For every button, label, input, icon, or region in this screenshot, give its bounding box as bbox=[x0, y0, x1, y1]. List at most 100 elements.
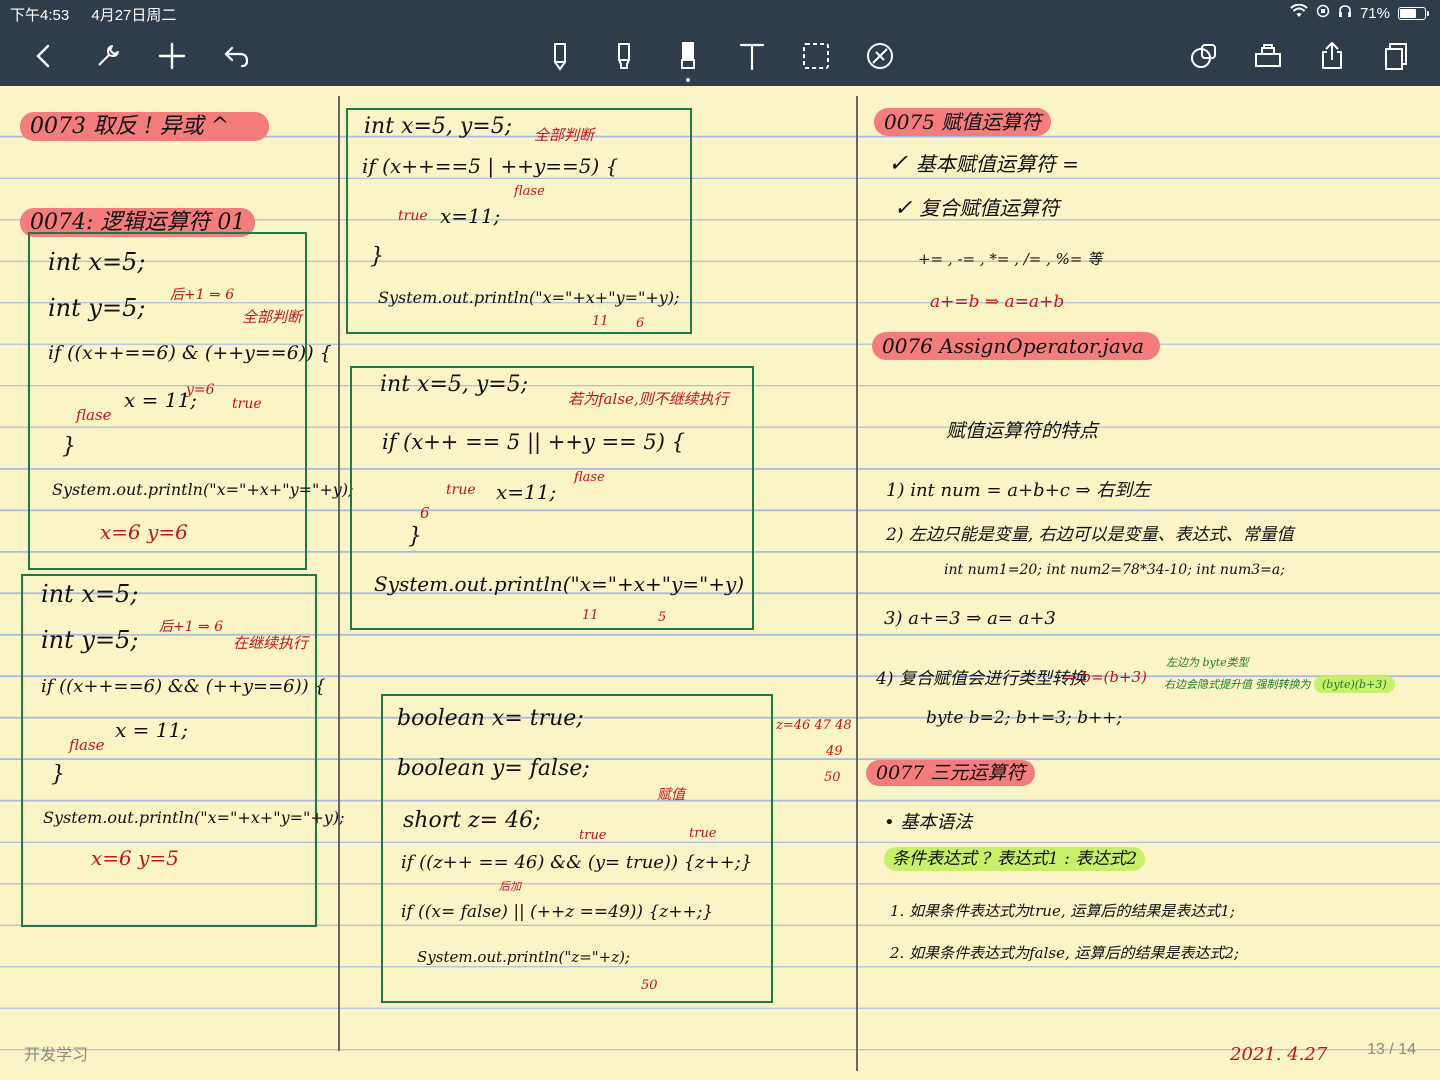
result: x=6 y=6 bbox=[100, 520, 188, 544]
back-button[interactable] bbox=[24, 36, 64, 76]
syntax-title: • 基本语法 bbox=[884, 812, 973, 833]
code-line: if (x++ == 5 || ++y == 5) { bbox=[382, 430, 685, 454]
heading-0075: 0075 赋值运算符 bbox=[874, 106, 1052, 136]
annotation: 11 bbox=[592, 314, 609, 329]
annotation: 全部判断 bbox=[242, 308, 303, 326]
side-annotation: z=46 47 48 bbox=[776, 718, 852, 733]
feature-code: int num1=20; int num2=78*34-10; int num3… bbox=[944, 562, 1285, 578]
feature-item: 3) a+=3 ⇒ a= a+3 bbox=[884, 608, 1056, 629]
add-button[interactable] bbox=[152, 36, 192, 76]
annotation: true bbox=[579, 828, 607, 843]
page-indicator: 13 / 14 bbox=[1367, 1041, 1416, 1058]
assign-example: a+=b ⇒ a=a+b bbox=[930, 292, 1065, 312]
feature-item: 2) 左边只能是变量, 右边可以是变量、表达式、常量值 bbox=[886, 525, 1294, 545]
annotation: 赋值 bbox=[657, 787, 685, 803]
annotation: 11 bbox=[582, 608, 599, 623]
headphones-icon bbox=[1338, 4, 1352, 22]
shapes-button[interactable] bbox=[1184, 36, 1224, 76]
annotation: 5 bbox=[658, 610, 667, 625]
rule-item: 2. 如果条件表达式为false, 运算后的结果是表达式2; bbox=[890, 944, 1240, 962]
code-line: boolean x= true; bbox=[397, 706, 584, 731]
cast-note: 左边为 byte类型 bbox=[1166, 656, 1249, 669]
pen-tool[interactable] bbox=[540, 36, 580, 76]
code-line: int x=5; bbox=[48, 248, 146, 276]
result: x=6 y=5 bbox=[91, 846, 179, 870]
code-line: } bbox=[62, 434, 76, 459]
toolbar bbox=[0, 26, 1440, 86]
annotation: flase bbox=[69, 736, 105, 754]
check-compound-assign: ✓ 复合赋值运算符 bbox=[894, 196, 1060, 221]
code-line: if ((x++==6) & (++y==6)) { bbox=[48, 342, 332, 364]
code-line: int y=5; bbox=[48, 294, 146, 322]
code-line: x = 11; bbox=[124, 388, 197, 412]
annotation: flase bbox=[514, 184, 545, 199]
layout-icon bbox=[1255, 44, 1281, 67]
shape-tool[interactable] bbox=[860, 36, 900, 76]
features-title: 赋值运算符的特点 bbox=[946, 420, 1099, 442]
pen-icon bbox=[554, 43, 566, 71]
highlighter-icon bbox=[618, 43, 630, 69]
battery-percent: 71% bbox=[1359, 4, 1390, 22]
plus-icon bbox=[158, 42, 186, 70]
code-line: } bbox=[51, 762, 65, 787]
status-date: 4月27日周二 bbox=[91, 7, 177, 24]
code-line: System.out.println("x="+x+"y="+y); bbox=[52, 480, 354, 499]
annotation: true bbox=[689, 826, 717, 841]
battery-fill bbox=[1400, 8, 1416, 18]
annotation: 在继续执行 bbox=[233, 634, 309, 652]
text-tool[interactable] bbox=[732, 36, 772, 76]
annotation: 后+1 ⇒ 6 bbox=[170, 287, 235, 303]
wrench-icon bbox=[98, 45, 119, 66]
cast-annotation: ⇒ b=(b+3) bbox=[1064, 668, 1147, 686]
feature-item: 4) 复合赋值会进行类型转换 bbox=[876, 669, 1086, 689]
share-button[interactable] bbox=[1312, 36, 1352, 76]
annotation: flase bbox=[76, 406, 112, 424]
pages-button[interactable] bbox=[1376, 36, 1416, 76]
status-bar: 下午4:53 4月27日周二 71% bbox=[0, 0, 1440, 26]
annotation: 50 bbox=[641, 978, 658, 993]
operator-list: += , -= , *= , /= , %= 等 bbox=[918, 250, 1103, 268]
share-icon bbox=[1322, 42, 1342, 69]
code-box-or: int x=5, y=5; 全部判断 if (x++==5 | ++y==5) … bbox=[346, 108, 692, 334]
notebook-name[interactable]: 开发学习 bbox=[24, 1041, 88, 1065]
eraser-tool[interactable] bbox=[668, 36, 708, 76]
wifi-icon bbox=[1290, 3, 1308, 22]
code-line: int x=5; bbox=[41, 580, 139, 608]
cast-note: 右边会隐式提升值 强制转换为 (byte)(b+3) bbox=[1164, 676, 1395, 693]
settings-button[interactable] bbox=[88, 36, 128, 76]
selected-tool-indicator bbox=[686, 78, 690, 82]
side-annotation: 49 bbox=[826, 744, 843, 759]
rule-item: 1. 如果条件表达式为true, 运算后的结果是表达式1; bbox=[890, 902, 1235, 920]
code-line: int y=5; bbox=[41, 626, 139, 654]
lasso-tool[interactable] bbox=[796, 36, 836, 76]
battery-icon bbox=[1398, 6, 1429, 20]
code-line: if (x++==5 | ++y==5) { bbox=[362, 154, 619, 178]
undo-button[interactable] bbox=[216, 36, 256, 76]
code-line: System.out.println("x="+x+"y="+y); bbox=[378, 288, 680, 307]
annotation: true bbox=[446, 482, 476, 498]
code-line: short z= 46; bbox=[403, 808, 541, 833]
shape-icon bbox=[867, 43, 893, 69]
heading-0077: 0077 三元运算符 bbox=[866, 758, 1036, 786]
side-annotation: 50 bbox=[824, 770, 841, 785]
feature-code: byte b=2; b+=3; b++; bbox=[926, 708, 1123, 728]
code-line: int x=5, y=5; bbox=[364, 114, 513, 139]
code-line: if ((z++ == 46) && (y= true)) {z++;} bbox=[401, 852, 753, 873]
annotation: true bbox=[232, 396, 262, 412]
column-divider bbox=[338, 96, 340, 1051]
code-line: } bbox=[370, 244, 384, 269]
annotation: true bbox=[398, 208, 428, 224]
notebook-page[interactable]: 0073 取反 ! 异或 ^ 0074: 逻辑运算符 01 int x=5; i… bbox=[0, 86, 1440, 1080]
code-box-boolean: boolean x= true; boolean y= false; short… bbox=[381, 694, 773, 1003]
layout-button[interactable] bbox=[1248, 36, 1288, 76]
code-line: if ((x++==6) && (++y==6)) { bbox=[41, 676, 326, 697]
code-box-and: int x=5; int y=5; 后+1 ⇒ 6 全部判断 if ((x++=… bbox=[28, 232, 353, 570]
date-note: 2021. 4.27 bbox=[1230, 1044, 1328, 1065]
code-line: System.out.println("x="+x+"y="+y); bbox=[43, 808, 345, 827]
code-line: x=11; bbox=[496, 480, 557, 504]
annotation: 后+1 ⇒ 6 bbox=[159, 619, 224, 635]
highlighter-tool[interactable] bbox=[604, 36, 644, 76]
lasso-icon bbox=[803, 43, 829, 69]
status-time: 下午4:53 bbox=[10, 7, 70, 24]
code-box-short-and: int x=5; int y=5; 后+1 ⇒ 6 在继续执行 if ((x++… bbox=[21, 574, 344, 927]
